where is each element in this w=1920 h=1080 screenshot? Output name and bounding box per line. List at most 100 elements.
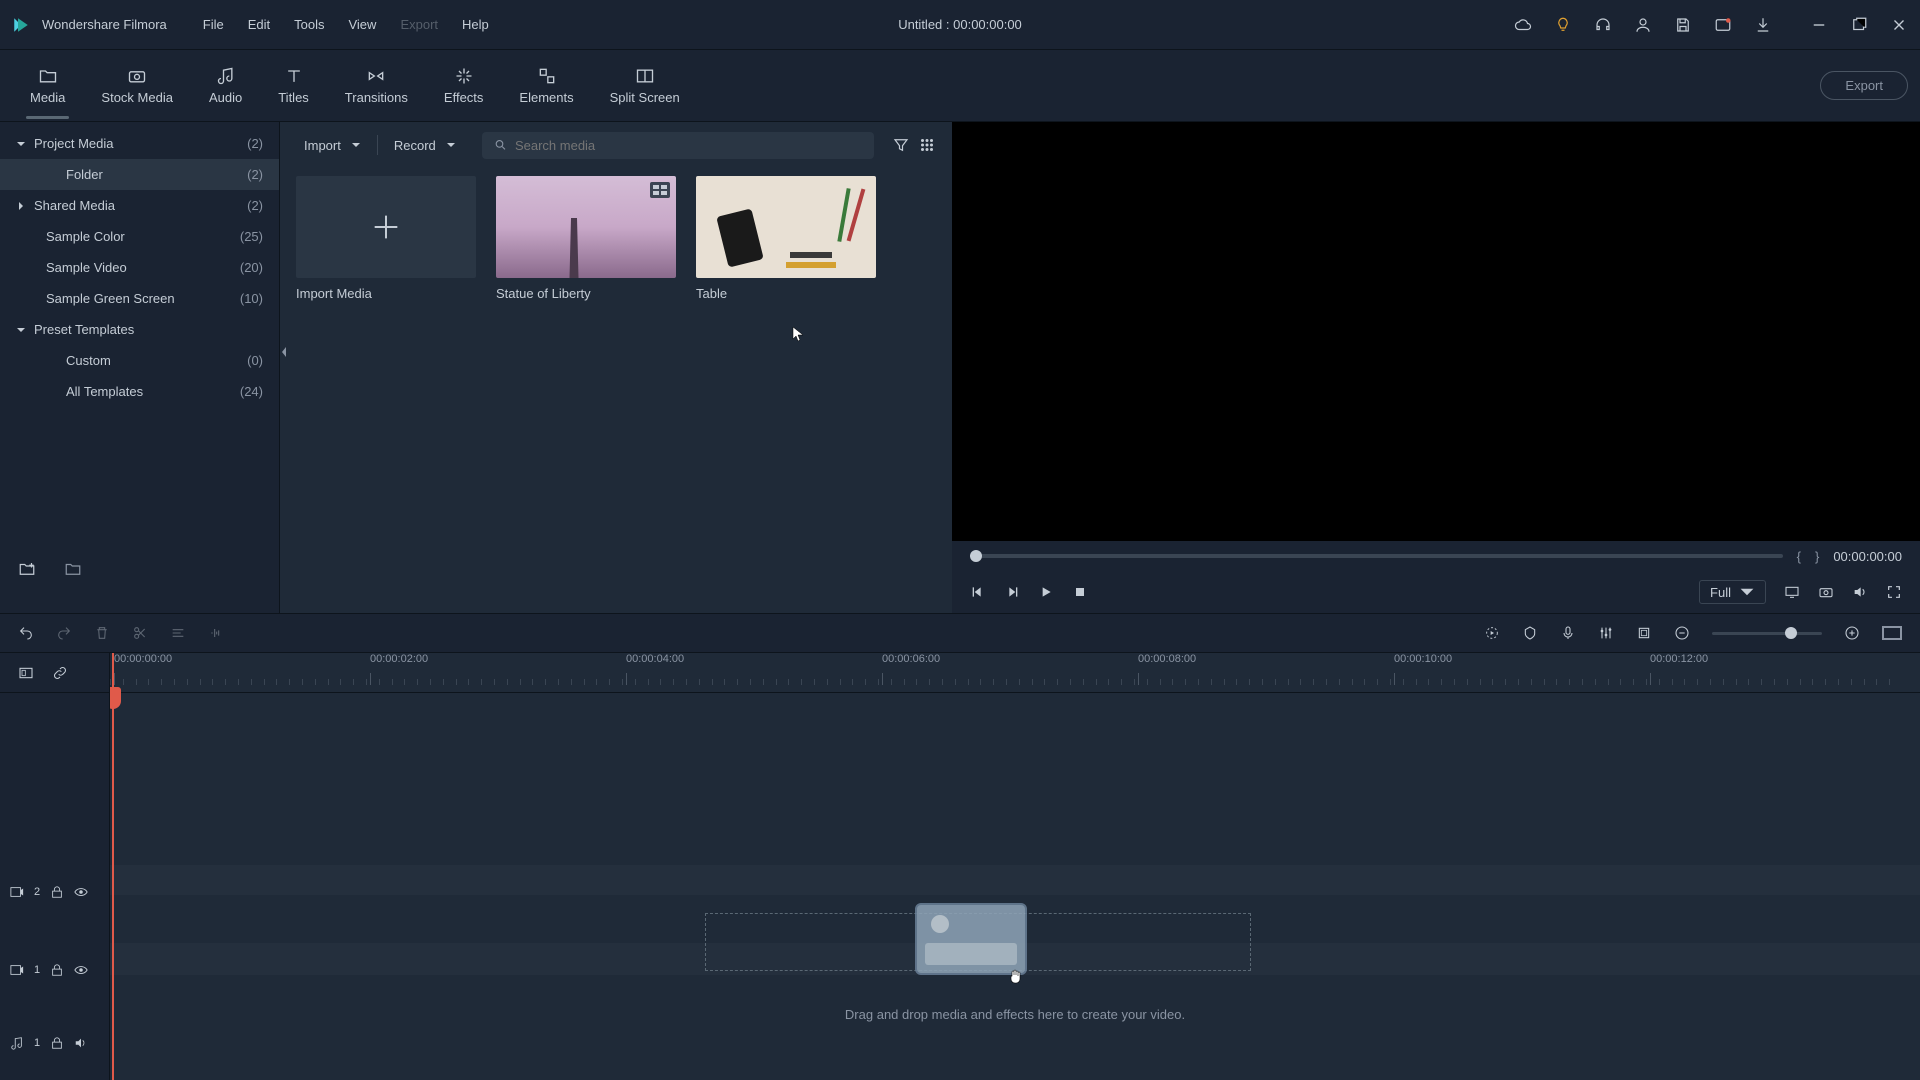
media-item-table[interactable]: Table	[696, 176, 876, 301]
menu-help[interactable]: Help	[462, 17, 489, 32]
record-label: Record	[394, 138, 436, 153]
maximize-icon[interactable]	[1850, 16, 1868, 34]
play-icon[interactable]	[1038, 584, 1054, 600]
split-icon[interactable]	[132, 625, 148, 641]
eye-icon[interactable]	[74, 885, 88, 899]
brace-open[interactable]: {	[1797, 549, 1801, 564]
grid-view-icon[interactable]	[918, 136, 936, 154]
timeline-playhead[interactable]	[112, 653, 114, 1080]
edit-properties-icon[interactable]	[170, 625, 186, 641]
ruler-tick: 00:00:08:00	[1138, 653, 1196, 665]
preview-quality-dropdown[interactable]: Full	[1699, 580, 1766, 604]
headphones-icon[interactable]	[1594, 16, 1612, 34]
timeline-ruler[interactable]: 00:00:00:00 00:00:02:00 00:00:04:00 00:0…	[110, 653, 1920, 693]
tab-effects[interactable]: Effects	[426, 60, 502, 111]
tab-titles-label: Titles	[278, 90, 309, 105]
zoom-slider[interactable]	[1712, 632, 1822, 635]
tab-audio[interactable]: Audio	[191, 60, 260, 111]
sidebar-shared-media-count: (2)	[247, 198, 263, 213]
marker-icon[interactable]	[1522, 625, 1538, 641]
stop-icon[interactable]	[1072, 584, 1088, 600]
message-icon[interactable]	[1714, 16, 1732, 34]
brace-close[interactable]: }	[1815, 549, 1819, 564]
ruler-tick: 00:00:00:00	[114, 653, 172, 665]
audio-sync-icon[interactable]	[208, 625, 224, 641]
import-media-tile[interactable]: Import Media	[296, 176, 476, 301]
link-icon[interactable]	[52, 665, 68, 681]
media-item-table-label: Table	[696, 286, 876, 301]
menu-view[interactable]: View	[348, 17, 376, 32]
tab-media[interactable]: Media	[12, 60, 83, 111]
user-icon[interactable]	[1634, 16, 1652, 34]
track-manager-icon[interactable]	[18, 665, 34, 681]
preview-viewport[interactable]	[952, 122, 1920, 541]
tab-split-screen[interactable]: Split Screen	[592, 60, 698, 111]
track-header-v2[interactable]: 2	[0, 853, 109, 931]
lock-icon[interactable]	[50, 1036, 64, 1050]
tab-titles[interactable]: Titles	[260, 60, 327, 111]
undo-icon[interactable]	[18, 625, 34, 641]
filter-icon[interactable]	[892, 136, 910, 154]
media-item-liberty[interactable]: Statue of Liberty	[496, 176, 676, 301]
eye-icon[interactable]	[74, 963, 88, 977]
sidebar-folder[interactable]: Folder (2)	[0, 159, 279, 190]
voiceover-icon[interactable]	[1560, 625, 1576, 641]
import-dropdown[interactable]: Import	[296, 134, 369, 157]
audio-mixer-icon[interactable]	[1598, 625, 1614, 641]
sidebar-all-templates[interactable]: All Templates (24)	[0, 376, 279, 407]
mute-icon[interactable]	[74, 1036, 88, 1050]
timeline-body[interactable]: 00:00:00:00 00:00:02:00 00:00:04:00 00:0…	[110, 653, 1920, 1080]
volume-icon[interactable]	[1852, 584, 1868, 600]
menu-file[interactable]: File	[203, 17, 224, 32]
download-icon[interactable]	[1754, 16, 1772, 34]
track-header-a1[interactable]: 1	[0, 1009, 109, 1077]
sidebar-preset-templates[interactable]: Preset Templates	[0, 314, 279, 345]
export-button[interactable]: Export	[1820, 71, 1908, 100]
collapse-sidebar-handle[interactable]	[279, 340, 289, 364]
fullscreen-icon[interactable]	[1886, 584, 1902, 600]
sidebar-sample-video[interactable]: Sample Video (20)	[0, 252, 279, 283]
search-media-field[interactable]	[482, 132, 874, 159]
tab-stock-media[interactable]: Stock Media	[83, 60, 191, 111]
video-track-icon	[10, 885, 24, 899]
cloud-icon[interactable]	[1514, 16, 1532, 34]
sidebar-sample-green[interactable]: Sample Green Screen (10)	[0, 283, 279, 314]
menu-export[interactable]: Export	[400, 17, 438, 32]
lock-icon[interactable]	[50, 885, 64, 899]
sidebar-sample-color[interactable]: Sample Color (25)	[0, 221, 279, 252]
zoom-out-icon[interactable]	[1674, 625, 1690, 641]
sidebar-project-media[interactable]: Project Media (2)	[0, 128, 279, 159]
track-lane-v2[interactable]	[110, 865, 1920, 895]
tab-elements[interactable]: Elements	[501, 60, 591, 111]
crop-icon[interactable]	[1636, 625, 1652, 641]
zoom-fit-button[interactable]	[1882, 626, 1902, 640]
next-frame-icon[interactable]	[1004, 584, 1020, 600]
search-input[interactable]	[515, 138, 862, 153]
snapshot-icon[interactable]	[1818, 584, 1834, 600]
record-dropdown[interactable]: Record	[386, 134, 464, 157]
close-icon[interactable]	[1890, 16, 1908, 34]
sidebar-custom[interactable]: Custom (0)	[0, 345, 279, 376]
menu-edit[interactable]: Edit	[248, 17, 270, 32]
tab-transitions[interactable]: Transitions	[327, 60, 426, 111]
new-folder-icon[interactable]	[18, 560, 36, 578]
media-type-icon	[650, 182, 670, 198]
sidebar-shared-media[interactable]: Shared Media (2)	[0, 190, 279, 221]
folder-open-icon[interactable]	[64, 560, 82, 578]
scrub-track[interactable]	[970, 554, 1783, 558]
delete-icon[interactable]	[94, 625, 110, 641]
save-icon[interactable]	[1674, 16, 1692, 34]
menu-tools[interactable]: Tools	[294, 17, 324, 32]
display-icon[interactable]	[1784, 584, 1800, 600]
render-preview-icon[interactable]	[1484, 625, 1500, 641]
prev-frame-icon[interactable]	[970, 584, 986, 600]
lock-icon[interactable]	[50, 963, 64, 977]
main-area: Project Media (2) Folder (2) Shared Medi…	[0, 122, 1920, 613]
minimize-icon[interactable]	[1810, 16, 1828, 34]
sidebar-project-media-label: Project Media	[34, 136, 247, 151]
sidebar-folder-label: Folder	[66, 167, 247, 182]
lightbulb-icon[interactable]	[1554, 16, 1572, 34]
redo-icon[interactable]	[56, 625, 72, 641]
track-header-v1[interactable]: 1	[0, 931, 109, 1009]
zoom-in-icon[interactable]	[1844, 625, 1860, 641]
